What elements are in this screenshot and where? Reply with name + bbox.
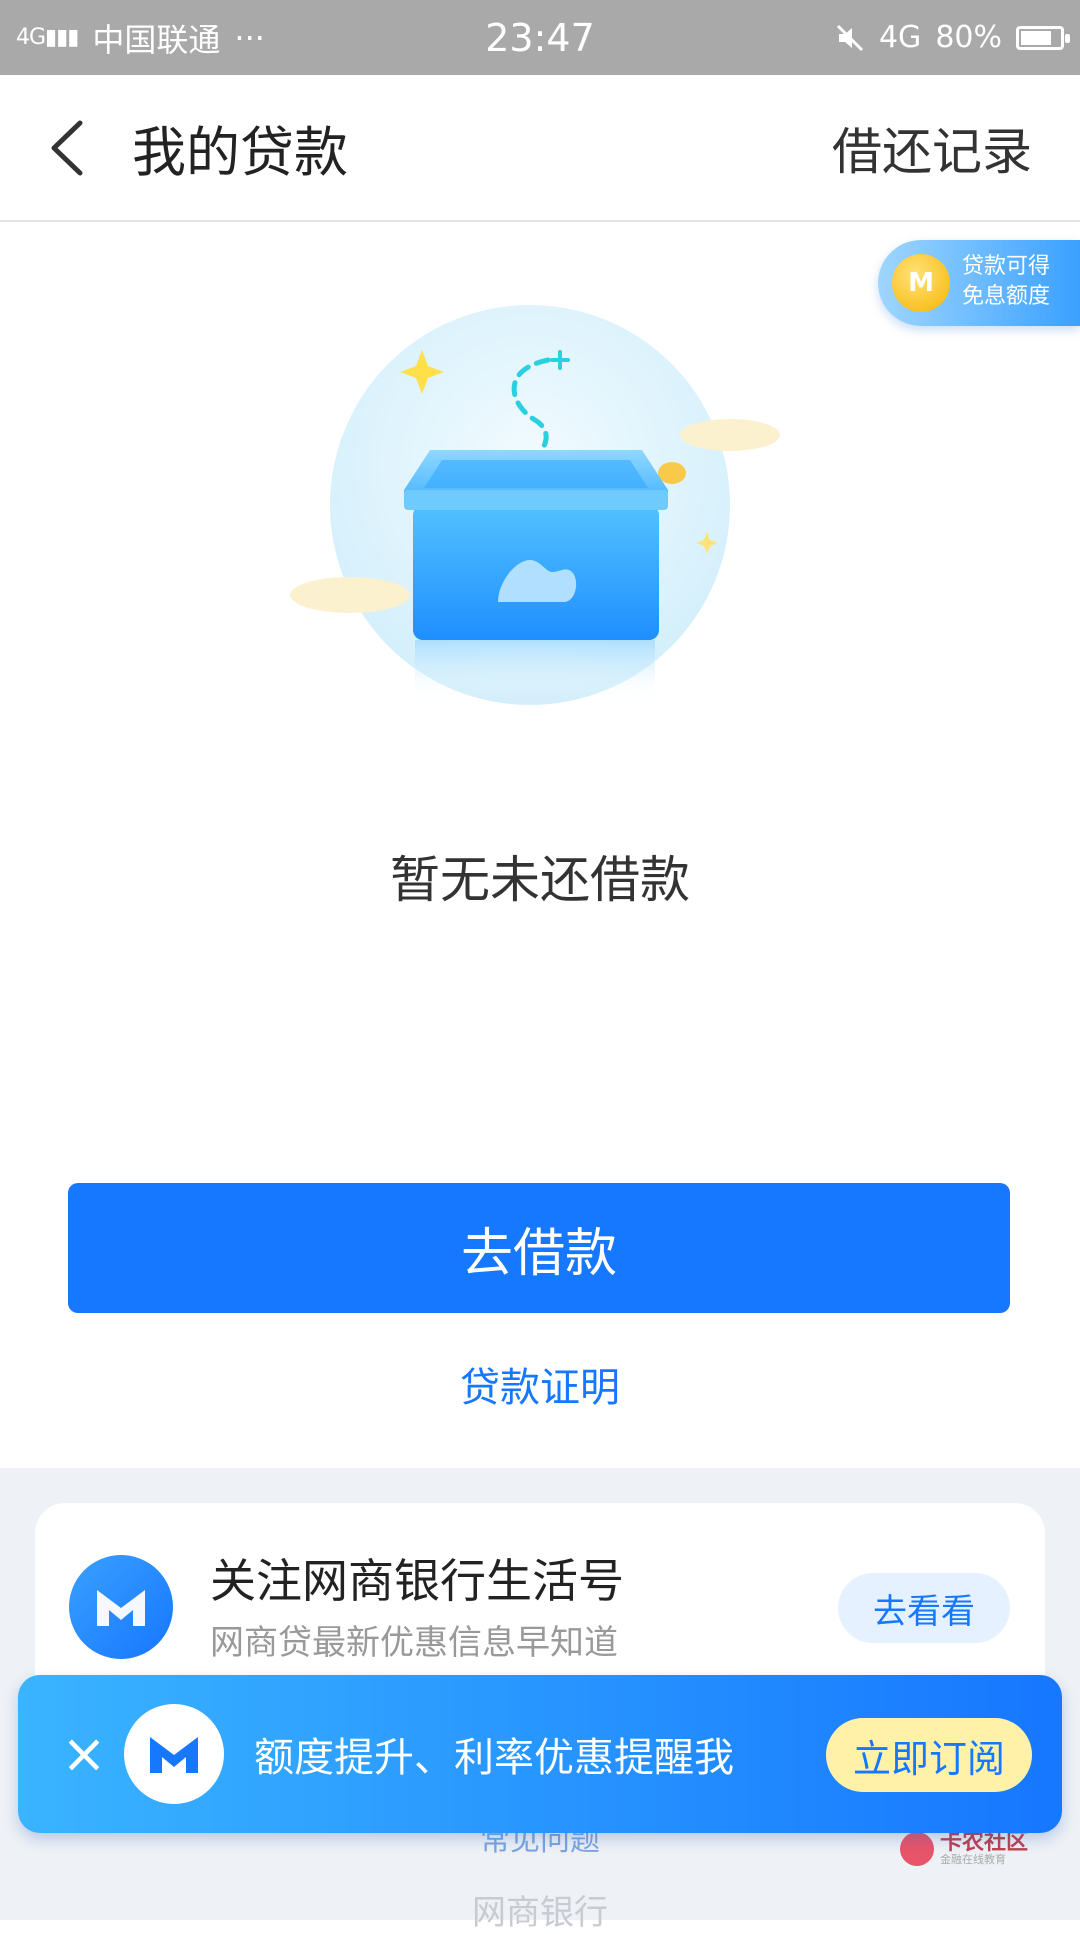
network-label: 4G <box>878 20 922 55</box>
mute-icon <box>836 24 864 51</box>
battery-fill <box>1021 30 1051 45</box>
footer-brand: 网商银行 <box>472 1893 608 1933</box>
borrow-button[interactable]: 去借款 <box>68 1183 1010 1313</box>
loan-records-link[interactable]: 借还记录 <box>832 75 1032 220</box>
loan-proof-link[interactable]: 贷款证明 <box>0 1355 1080 1413</box>
subscribe-banner: × 额度提升、利率优惠提醒我 立即订阅 <box>18 1675 1062 1833</box>
card-subtitle: 网商贷最新优惠信息早知道 <box>210 1623 618 1663</box>
subscribe-now-button[interactable]: 立即订阅 <box>826 1718 1032 1792</box>
box-reflection <box>415 640 655 700</box>
watermark-logo-icon <box>900 1832 934 1866</box>
status-bar: 4G▮▮▮ 中国联通 ··· 23:47 4G 80% <box>0 0 1080 75</box>
close-icon[interactable]: × <box>54 1724 114 1784</box>
empty-state-text: 暂无未还借款 <box>390 851 690 909</box>
watermark: 卡农社区 金融在线教育 <box>900 1832 1028 1866</box>
status-right: 4G 80% <box>835 0 1070 75</box>
page-title: 我的贷款 <box>132 121 348 184</box>
promo-text: 贷款可得 免息额度 <box>962 252 1050 312</box>
coin-icon: M <box>892 254 950 312</box>
back-arrow-icon[interactable] <box>40 115 100 181</box>
promo-line-2: 免息额度 <box>962 284 1051 309</box>
empty-box-illustration <box>290 305 780 705</box>
banner-logo-icon <box>124 1704 224 1804</box>
watermark-text: 卡农社区 金融在线教育 <box>940 1832 1028 1866</box>
small-coin <box>658 462 686 484</box>
watermark-name: 卡农社区 <box>940 1830 1029 1855</box>
cloud-right <box>680 419 780 451</box>
interest-free-promo-chip[interactable]: M 贷款可得 免息额度 <box>878 240 1080 326</box>
card-title: 关注网商银行生活号 <box>210 1554 624 1608</box>
watermark-tagline: 金融在线教育 <box>940 1853 1006 1866</box>
cloud-left <box>290 577 410 613</box>
nav-bar: 我的贷款 借还记录 <box>0 75 1080 222</box>
go-see-button[interactable]: 去看看 <box>838 1573 1010 1643</box>
mybank-logo-icon <box>69 1555 173 1659</box>
battery-percent: 80% <box>935 20 1002 55</box>
battery-icon <box>1016 25 1070 50</box>
banner-text: 额度提升、利率优惠提醒我 <box>254 1735 734 1781</box>
promo-line-1: 贷款可得 <box>962 254 1051 279</box>
